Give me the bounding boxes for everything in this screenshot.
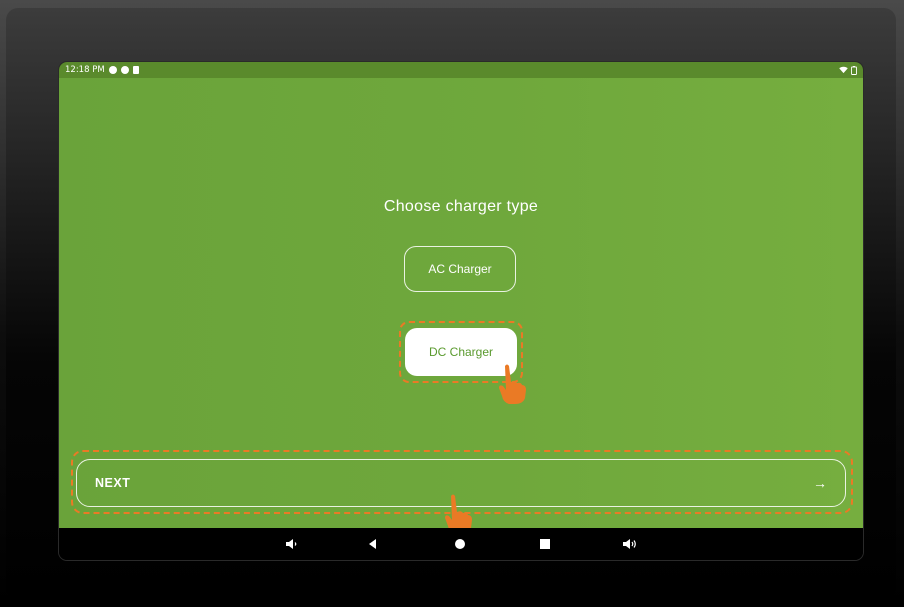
ac-charger-label: AC Charger: [428, 262, 492, 276]
page-title: Choose charger type: [383, 198, 539, 215]
volume-up-icon[interactable]: [621, 536, 637, 552]
back-icon[interactable]: [365, 536, 381, 552]
status-left: 12:18 PM: [65, 65, 139, 75]
arrow-right-icon: →: [813, 475, 827, 491]
home-icon[interactable]: [452, 536, 468, 552]
dc-charger-label: DC Charger: [428, 345, 494, 359]
recents-icon[interactable]: [537, 536, 553, 552]
tap-hand-icon: [499, 364, 526, 404]
sd-card-icon: [132, 66, 139, 74]
notification-icon: [120, 66, 129, 74]
device-screen: 12:18 PM Choose charger type AC Charger …: [59, 62, 863, 560]
status-time: 12:18 PM: [65, 65, 105, 75]
next-label: NEXT: [95, 476, 131, 490]
ac-charger-button[interactable]: AC Charger: [404, 246, 516, 292]
wifi-icon: [839, 66, 848, 74]
status-right: [839, 65, 857, 75]
battery-icon: [851, 65, 857, 75]
app-area: Choose charger type AC Charger DC Charge…: [59, 78, 863, 534]
navigation-bar: [59, 528, 863, 560]
notification-icon: [108, 66, 117, 74]
status-bar: 12:18 PM: [59, 62, 863, 78]
volume-down-icon[interactable]: [283, 536, 299, 552]
